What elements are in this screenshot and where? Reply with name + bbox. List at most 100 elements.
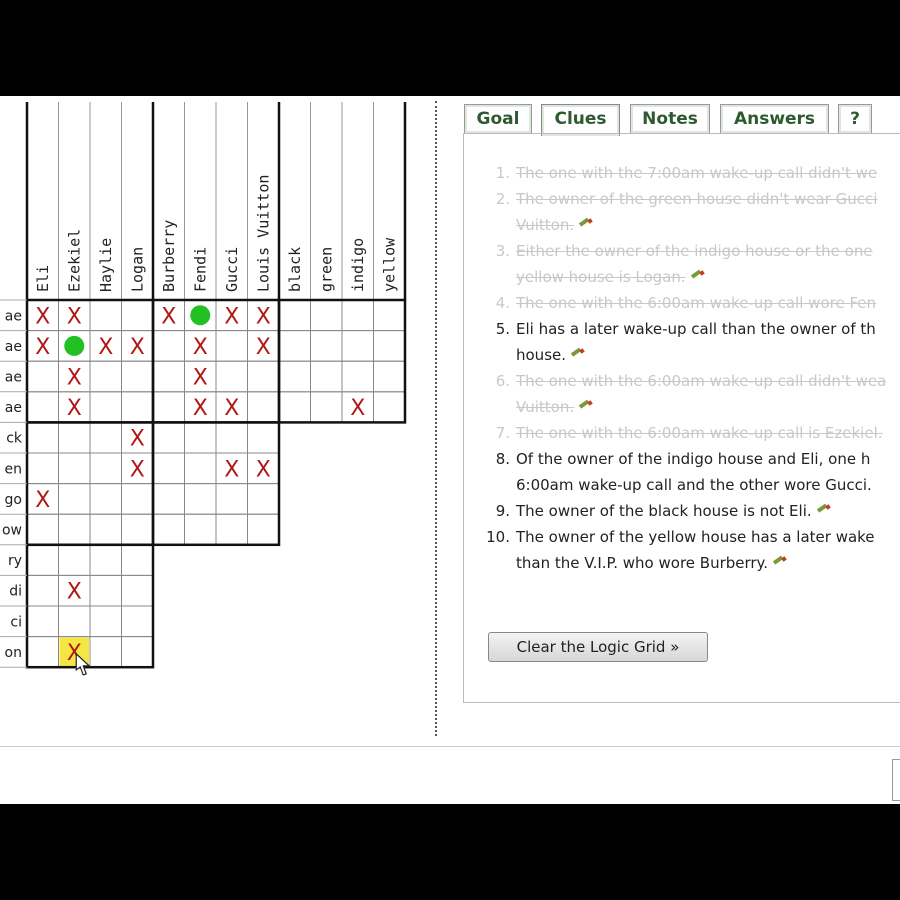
clear-logic-grid-button[interactable]: Clear the Logic Grid » <box>488 632 708 662</box>
clue-item[interactable]: 6. The one with the 6:00am wake-up call d… <box>486 368 900 420</box>
grid-cell[interactable] <box>341 299 374 332</box>
grid-cell[interactable] <box>26 360 59 393</box>
grid-cell[interactable] <box>341 360 374 393</box>
grid-cell[interactable] <box>121 391 154 423</box>
grid-cell[interactable] <box>26 544 59 576</box>
grid-cell[interactable] <box>152 513 185 546</box>
clue-item[interactable]: 5. Eli has a later wake-up call than the … <box>486 316 900 368</box>
pencil-icon[interactable] <box>580 223 594 229</box>
clue-text: Either the owner of the indigo house or … <box>516 242 873 260</box>
pencil-icon[interactable] <box>692 275 706 281</box>
clue-text: house. <box>516 346 567 364</box>
grid-cell[interactable] <box>215 360 248 393</box>
grid-cell[interactable] <box>215 483 248 515</box>
clue-item[interactable]: 7. The one with the 6:00am wake-up call i… <box>486 420 900 446</box>
clue-number: 1. <box>495 164 510 182</box>
grid-cell[interactable] <box>58 544 91 576</box>
grid-cell[interactable] <box>89 483 122 515</box>
grid-cell[interactable] <box>184 483 217 515</box>
pencil-icon[interactable] <box>774 561 788 567</box>
grid-cell[interactable] <box>26 421 59 454</box>
grid-cell[interactable] <box>184 513 217 546</box>
grid-cell[interactable] <box>89 452 122 485</box>
grid-cell[interactable] <box>373 360 406 393</box>
grid-cell[interactable] <box>121 483 154 515</box>
clue-number: 5. <box>495 320 510 338</box>
grid-cell[interactable] <box>278 360 311 393</box>
grid-cell[interactable] <box>247 391 280 423</box>
grid-cell[interactable] <box>152 360 185 393</box>
grid-cell[interactable] <box>310 360 343 393</box>
grid-cell[interactable] <box>373 299 406 332</box>
grid-cell[interactable] <box>58 605 91 638</box>
grid-cell[interactable] <box>89 360 122 393</box>
grid-cell[interactable] <box>121 299 154 332</box>
row-header-label: go <box>5 492 22 508</box>
grid-cell[interactable] <box>58 421 91 454</box>
grid-cell[interactable] <box>341 330 374 362</box>
grid-cell[interactable] <box>373 391 406 423</box>
tab-notes[interactable]: Notes <box>630 104 710 133</box>
grid-cell[interactable] <box>121 360 154 393</box>
grid-cell[interactable] <box>121 636 154 668</box>
clue-item[interactable]: 9. The owner of the black house is not El… <box>486 498 900 524</box>
grid-cell[interactable] <box>152 330 185 362</box>
grid-cell[interactable] <box>215 513 248 546</box>
grid-x-mark: X <box>161 304 176 329</box>
grid-cell[interactable] <box>89 636 122 668</box>
clue-item[interactable]: 4. The one with the 6:00am wake-up call w… <box>486 290 900 316</box>
grid-cell[interactable] <box>121 605 154 638</box>
grid-cell[interactable] <box>310 299 343 332</box>
grid-cell[interactable] <box>215 330 248 362</box>
grid-cell[interactable] <box>89 513 122 546</box>
pencil-icon[interactable] <box>818 509 832 515</box>
clue-item[interactable]: 8. Of the owner of the indigo house and E… <box>486 446 900 498</box>
grid-cell[interactable] <box>89 544 122 576</box>
grid-cell[interactable] <box>247 513 280 546</box>
grid-cell[interactable] <box>121 574 154 607</box>
grid-cell[interactable] <box>58 452 91 485</box>
grid-cell[interactable] <box>26 513 59 546</box>
clue-item[interactable]: 2. The owner of the green house didn't we… <box>486 186 900 238</box>
grid-cell[interactable] <box>89 574 122 607</box>
grid-cell[interactable] <box>215 421 248 454</box>
grid-cell[interactable] <box>184 452 217 485</box>
grid-cell[interactable] <box>89 299 122 332</box>
grid-cell[interactable] <box>152 421 185 454</box>
grid-cell[interactable] <box>89 605 122 638</box>
grid-cell[interactable] <box>26 636 59 668</box>
grid-cell[interactable] <box>26 391 59 423</box>
grid-cell[interactable] <box>184 421 217 454</box>
grid-cell[interactable] <box>89 391 122 423</box>
clue-item[interactable]: 10. The owner of the yellow house has a l… <box>486 524 900 576</box>
grid-cell[interactable] <box>278 299 311 332</box>
grid-cell[interactable] <box>310 391 343 423</box>
grid-cell[interactable] <box>247 421 280 454</box>
tab-goal[interactable]: Goal <box>464 104 532 133</box>
grid-x-mark: X <box>256 335 271 360</box>
clue-item[interactable]: 1. The one with the 7:00am wake-up call d… <box>486 160 900 186</box>
grid-cell[interactable] <box>89 421 122 454</box>
grid-cell[interactable] <box>310 330 343 362</box>
grid-cell[interactable] <box>58 483 91 515</box>
grid-cell[interactable] <box>278 391 311 423</box>
tab-answers[interactable]: Answers <box>720 104 829 133</box>
grid-cell[interactable] <box>278 330 311 362</box>
tab-clues[interactable]: Clues <box>541 104 620 136</box>
grid-cell[interactable] <box>247 483 280 515</box>
grid-cell[interactable] <box>152 391 185 423</box>
pencil-icon[interactable] <box>580 405 594 411</box>
grid-cell[interactable] <box>247 360 280 393</box>
grid-cell[interactable] <box>152 452 185 485</box>
clue-item[interactable]: 3. Either the owner of the indigo house o… <box>486 238 900 290</box>
grid-cell[interactable] <box>152 483 185 515</box>
tab-help[interactable]: ? <box>838 104 872 133</box>
grid-cell[interactable] <box>373 330 406 362</box>
grid-cell[interactable] <box>26 605 59 638</box>
grid-cell[interactable] <box>121 544 154 576</box>
grid-cell[interactable] <box>58 513 91 546</box>
pencil-icon[interactable] <box>572 353 586 359</box>
grid-cell[interactable] <box>121 513 154 546</box>
grid-cell[interactable] <box>26 452 59 485</box>
grid-cell[interactable] <box>26 574 59 607</box>
